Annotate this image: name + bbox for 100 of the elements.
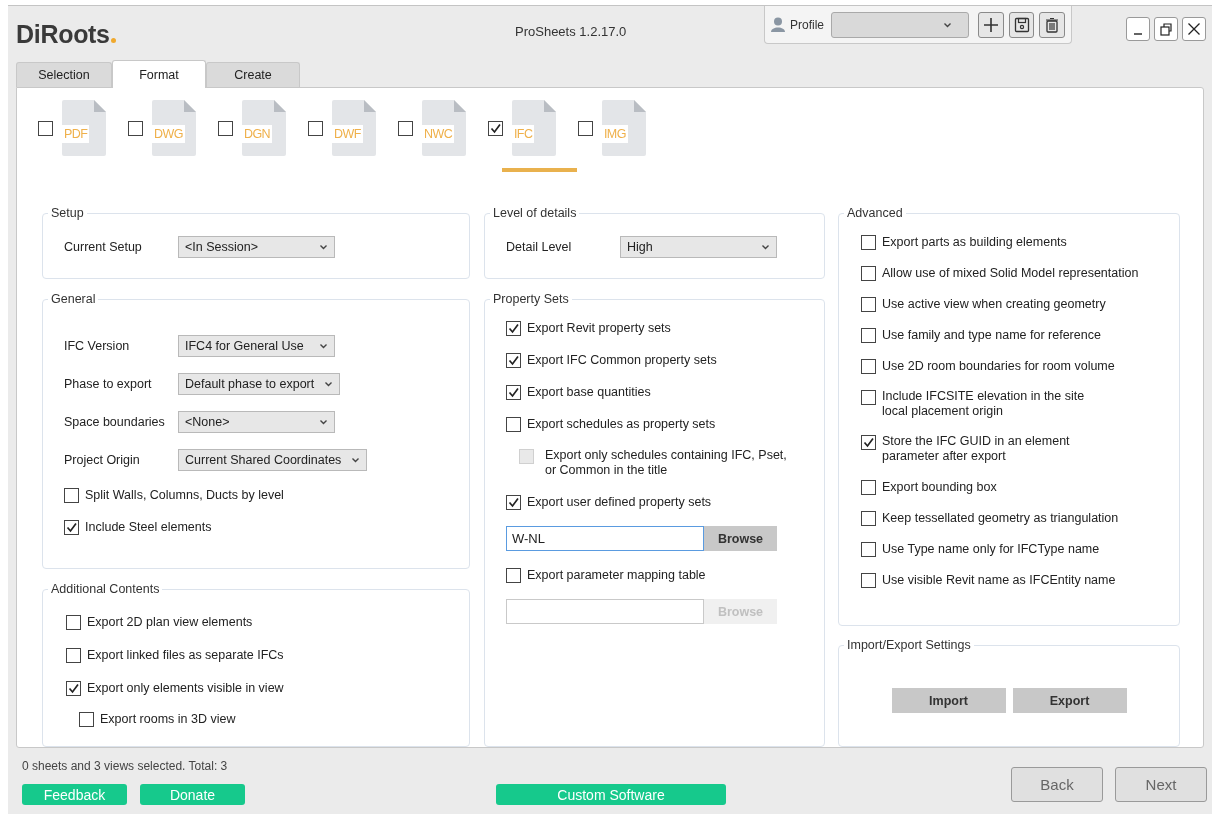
checkbox[interactable]	[66, 681, 81, 696]
tab[interactable]: Create	[206, 62, 300, 87]
chevron-icon	[351, 457, 361, 463]
restore-button[interactable]	[1154, 17, 1178, 41]
dropdown[interactable]: Default phase to export	[178, 373, 341, 395]
checkbox[interactable]	[506, 385, 521, 400]
group-title: Setup	[48, 205, 87, 221]
browse-button[interactable]: Browse	[704, 526, 777, 551]
tab[interactable]: Format	[112, 60, 206, 88]
checkbox[interactable]	[218, 120, 233, 136]
format-label: DWF	[332, 125, 363, 143]
checkbox[interactable]	[506, 417, 521, 432]
checkbox[interactable]	[861, 266, 876, 281]
option-label: Use visible Revit name as IFCEntity name	[882, 572, 1116, 588]
chevron-icon	[319, 244, 328, 250]
minimize-button[interactable]	[1126, 17, 1150, 41]
option-label: Export parts as building elements	[882, 234, 1067, 250]
checkbox[interactable]	[861, 435, 876, 450]
checkbox[interactable]	[64, 488, 79, 503]
option-label: Export bounding box	[882, 479, 997, 495]
checkbox[interactable]	[66, 648, 81, 663]
group-title: Import/Export Settings	[844, 637, 974, 653]
format-label: IMG	[602, 125, 628, 143]
option-label: Use family and type name for reference	[882, 327, 1101, 343]
format-label: PDF	[62, 125, 90, 143]
option-label: Export only elements visible in view	[87, 680, 284, 696]
option-label: Export Revit property sets	[527, 320, 671, 336]
field-label: Project Origin	[64, 453, 141, 467]
option-label: Export schedules as property sets	[527, 416, 716, 432]
dropdown[interactable]: <None>	[178, 411, 335, 433]
checkbox[interactable]	[38, 120, 53, 136]
option-label: Allow use of mixed Solid Model representation	[882, 265, 1139, 281]
dropdown[interactable]: Current Shared Coordinates	[178, 449, 368, 471]
path-field[interactable]: W-NL	[506, 526, 704, 551]
format-label: DGN	[242, 125, 272, 143]
dropdown[interactable]: IFC4 for General Use	[178, 335, 335, 357]
nav-button[interactable]: Back	[1011, 767, 1103, 802]
option-label: Export rooms in 3D view	[100, 711, 236, 727]
format-label: NWC	[422, 125, 455, 143]
checkbox[interactable]	[861, 297, 876, 312]
option-label: Store the IFC GUID in an element parameter after export	[882, 434, 1070, 464]
option-label: Export base quantities	[527, 384, 651, 400]
chevron-icon	[761, 244, 770, 250]
checkbox[interactable]	[861, 573, 876, 588]
chevron-icon	[324, 381, 334, 387]
window-title: ProSheets 1.2.17.0	[515, 24, 627, 39]
profile-label: Profile	[790, 17, 824, 32]
checkbox[interactable]	[398, 120, 413, 136]
option-label: Include Steel elements	[85, 519, 212, 535]
nav-button[interactable]: Next	[1115, 767, 1207, 802]
field-label: Current Setup	[64, 240, 143, 254]
checkbox[interactable]	[861, 235, 876, 250]
restore-icon	[1159, 22, 1173, 36]
checkbox[interactable]	[861, 480, 876, 495]
checkbox[interactable]	[861, 511, 876, 526]
dropdown[interactable]: High	[620, 236, 777, 258]
close-icon	[1187, 22, 1201, 36]
field-label: IFC Version	[64, 339, 131, 353]
checkbox[interactable]	[861, 542, 876, 557]
add-button[interactable]	[978, 11, 1004, 38]
checkbox[interactable]	[578, 120, 593, 136]
checkbox[interactable]	[128, 120, 143, 136]
option-label: Export linked files as separate IFCs	[87, 647, 284, 663]
save-icon	[1012, 15, 1031, 34]
field-label: Phase to export	[64, 377, 153, 391]
option-label: Export user defined property sets	[527, 494, 712, 510]
close-button[interactable]	[1182, 17, 1206, 41]
checkbox[interactable]	[66, 615, 81, 630]
plus-icon	[981, 15, 1000, 34]
checkbox[interactable]	[506, 321, 521, 336]
checkbox[interactable]	[506, 568, 521, 583]
field-label: Space boundaries	[64, 415, 166, 429]
option-label: Use Type name only for IFCType name	[882, 541, 1100, 557]
save-button[interactable]	[1008, 11, 1035, 38]
tab[interactable]: Selection	[16, 62, 112, 87]
settings-button[interactable]: Export	[1012, 688, 1127, 713]
checkbox[interactable]	[861, 328, 876, 343]
format-label: DWG	[152, 125, 185, 143]
checkbox[interactable]	[861, 359, 876, 374]
checkbox[interactable]	[308, 120, 323, 136]
option-label: Export only schedules containing IFC, Pset, or Common in the title	[545, 448, 787, 478]
status-text: 0 sheets and 3 views selected. Total: 3	[22, 759, 229, 773]
field-label: Detail Level	[506, 240, 573, 254]
option-label: Use 2D room boundaries for room volume	[882, 358, 1115, 374]
logo: DiRoots	[16, 20, 116, 49]
chevron-icon	[943, 21, 953, 28]
checkbox[interactable]	[488, 120, 503, 136]
user-icon	[771, 17, 785, 32]
checkbox[interactable]	[64, 520, 79, 535]
option-label: Export parameter mapping table	[527, 567, 706, 583]
dropdown[interactable]: <In Session>	[178, 236, 335, 258]
checkbox[interactable]	[506, 353, 521, 368]
checkbox[interactable]	[861, 390, 876, 405]
settings-button[interactable]: Import	[891, 688, 1006, 713]
option-label: Keep tessellated geometry as triangulation	[882, 510, 1119, 526]
delete-button[interactable]	[1039, 11, 1065, 38]
checkbox[interactable]	[506, 495, 521, 510]
checkbox[interactable]	[79, 712, 94, 727]
format-label: IFC	[512, 125, 535, 143]
option-label: Include IFCSITE elevation in the site local placement origin	[882, 389, 1085, 419]
